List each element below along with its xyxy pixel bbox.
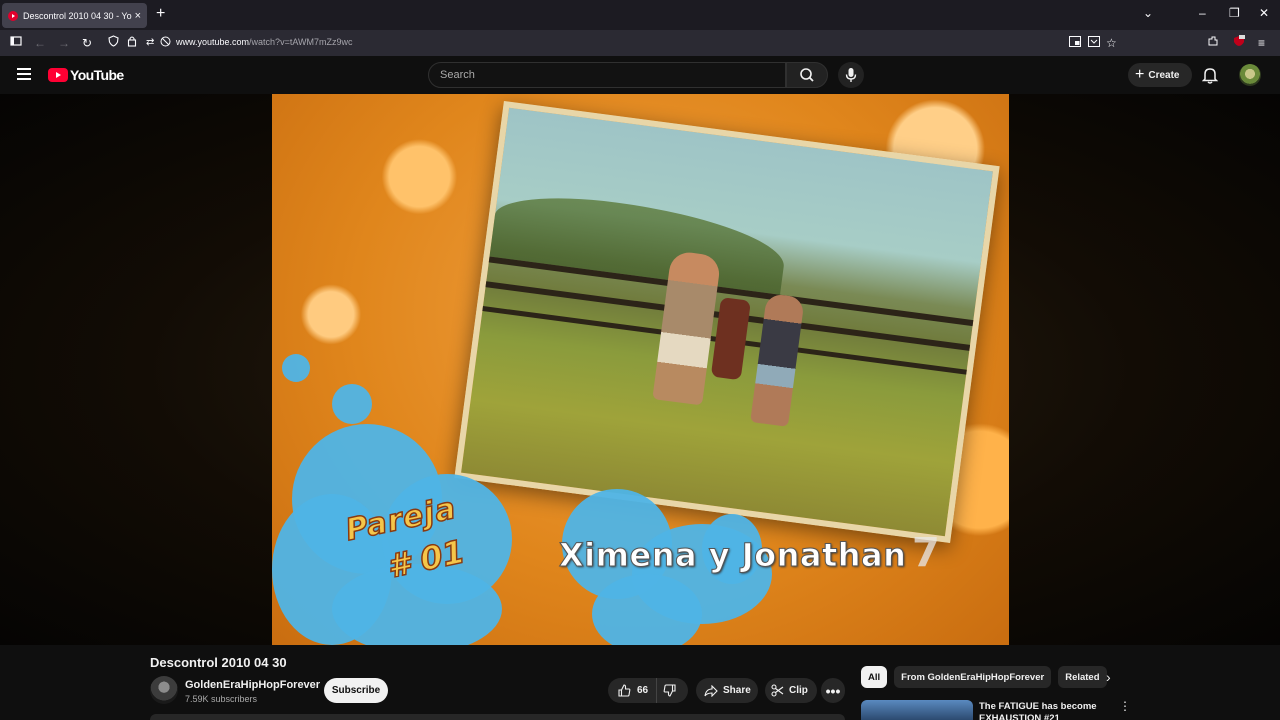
app-menu-icon[interactable]: ≡ xyxy=(1258,35,1265,51)
chevron-right-icon[interactable]: › xyxy=(1106,669,1111,685)
forward-icon[interactable]: → xyxy=(58,35,70,51)
browser-tab-active[interactable]: Descontrol 2010 04 30 - YouTube × xyxy=(2,3,147,28)
reload-icon[interactable]: ↻ xyxy=(82,35,92,51)
tab-title: Descontrol 2010 04 30 - YouTube xyxy=(23,10,132,21)
create-label: Create xyxy=(1148,69,1180,81)
tracking-shield-icon[interactable] xyxy=(108,35,119,51)
voice-search-button[interactable] xyxy=(838,62,864,88)
chip-related[interactable]: Related xyxy=(1058,666,1107,688)
share-button[interactable]: Share xyxy=(696,678,758,703)
video-caption-names: Ximena y Jonathan xyxy=(558,536,907,575)
search-button[interactable] xyxy=(786,62,828,88)
thumbs-down-icon xyxy=(663,684,676,697)
subscriber-count: 7.59K subscribers xyxy=(185,694,258,704)
chip-from-channel[interactable]: From GoldenEraHipHopForever xyxy=(894,666,1052,688)
share-icon xyxy=(704,684,718,697)
more-actions-button[interactable]: ••• xyxy=(821,678,845,703)
search-input[interactable] xyxy=(429,63,785,87)
url-bar[interactable]: www.youtube.com/watch?v=tAWM7mZz9wc xyxy=(176,37,353,47)
browser-tab-bar: Descontrol 2010 04 30 - YouTube × + ⌄ – … xyxy=(0,0,1280,30)
youtube-wordmark: YouTube xyxy=(70,67,124,83)
youtube-play-logo-icon xyxy=(48,68,68,82)
scissors-icon xyxy=(771,684,784,697)
clip-label: Clip xyxy=(789,685,808,696)
ublock-extension-icon[interactable] xyxy=(1233,35,1245,51)
share-label: Share xyxy=(723,685,751,696)
video-player[interactable]: Pareja # 01 Ximena y Jonathan 7 xyxy=(272,94,1009,645)
browser-nav-bar: ← → ↻ ⇄ www.youtube.com/watch?v=tAWM7mZz… xyxy=(0,30,1280,56)
recommendation-title[interactable]: The FATIGUE has become EXHAUSTION #21 xyxy=(979,701,1099,720)
recommendation-menu-icon[interactable]: ⋮ xyxy=(1119,699,1131,713)
subscribe-button[interactable]: Subscribe xyxy=(324,678,388,703)
save-to-pocket-icon[interactable] xyxy=(1088,35,1100,51)
close-window-button[interactable]: ✕ xyxy=(1259,6,1269,20)
clip-button[interactable]: Clip xyxy=(765,678,817,703)
youtube-header: YouTube + Create xyxy=(0,56,1280,94)
url-host: www.youtube.com xyxy=(176,37,250,47)
microphone-icon xyxy=(845,68,857,82)
back-icon[interactable]: ← xyxy=(34,35,46,51)
search-box xyxy=(428,62,786,88)
tab-close-button[interactable]: × xyxy=(135,10,141,22)
search-icon xyxy=(800,68,814,82)
like-button[interactable]: 66 xyxy=(608,678,658,703)
extensions-icon[interactable] xyxy=(1207,35,1219,51)
minimize-button[interactable]: – xyxy=(1199,6,1206,20)
channel-name[interactable]: GoldenEraHipHopForever xyxy=(185,679,320,691)
new-tab-button[interactable]: + xyxy=(156,5,165,23)
youtube-favicon-icon xyxy=(8,10,18,21)
youtube-logo[interactable]: YouTube xyxy=(48,67,124,83)
recommendation-thumbnail[interactable] xyxy=(861,700,973,720)
related-filter-chips: All From GoldenEraHipHopForever Related xyxy=(861,666,1114,688)
plus-icon: + xyxy=(1135,66,1145,83)
lock-icon[interactable] xyxy=(127,35,137,51)
description-box[interactable] xyxy=(150,714,845,720)
sidebar-toggle-icon[interactable] xyxy=(10,35,22,51)
channel-avatar[interactable] xyxy=(150,676,178,704)
thumbs-up-icon xyxy=(618,684,631,697)
restore-button[interactable]: ❐ xyxy=(1229,6,1240,20)
url-path: /watch?v=tAWM7mZz9wc xyxy=(249,37,353,47)
notifications-bell-icon[interactable] xyxy=(1201,66,1219,84)
like-dislike-group: 66 xyxy=(608,678,688,703)
picture-in-picture-icon[interactable] xyxy=(1069,35,1081,51)
tv-channel-logo: 7 xyxy=(912,530,940,576)
video-frame-photo xyxy=(454,100,1000,544)
guide-menu-icon[interactable] xyxy=(17,68,31,80)
list-all-tabs-button[interactable]: ⌄ xyxy=(1143,6,1153,20)
dislike-button[interactable] xyxy=(657,684,676,697)
video-title: Descontrol 2010 04 30 xyxy=(150,655,287,670)
like-count: 66 xyxy=(637,685,649,696)
create-button[interactable]: + Create xyxy=(1128,63,1192,87)
chip-all[interactable]: All xyxy=(861,666,888,688)
autoplay-blocked-icon[interactable] xyxy=(160,35,171,51)
bookmark-star-icon[interactable]: ☆ xyxy=(1106,35,1117,51)
permissions-icon[interactable]: ⇄ xyxy=(146,35,154,51)
account-avatar[interactable] xyxy=(1239,64,1261,86)
